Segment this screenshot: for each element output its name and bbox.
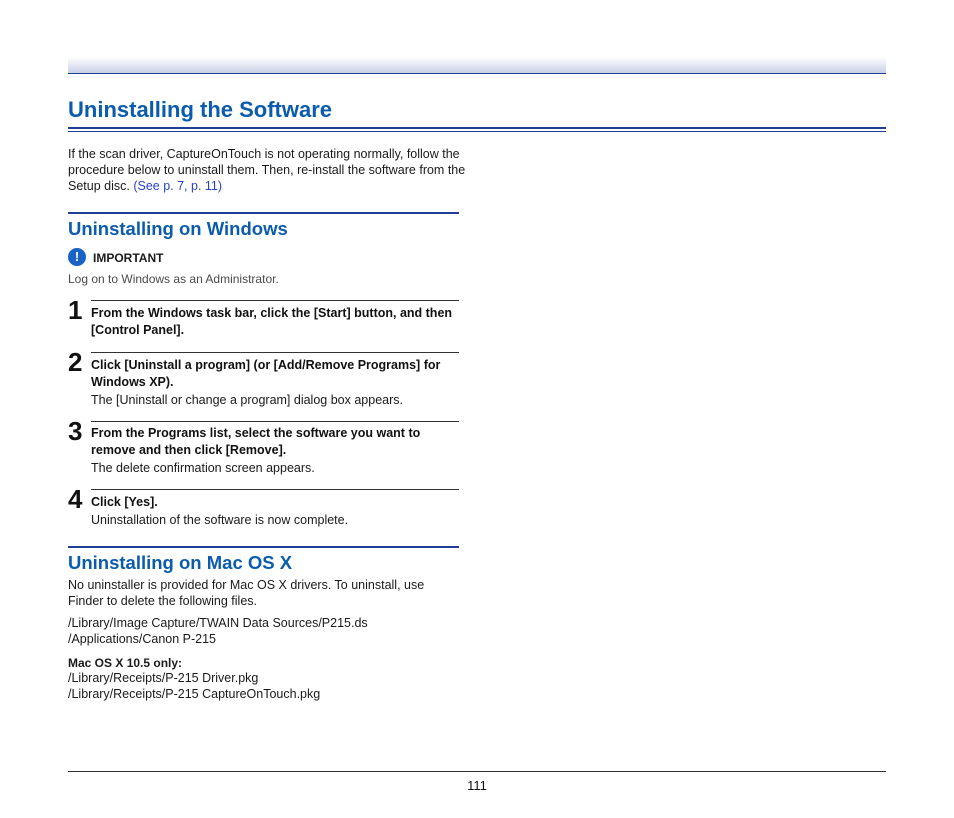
important-label: IMPORTANT [93,251,164,265]
mac-section-rule [68,546,459,548]
exclamation-circle-icon: ! [68,248,86,266]
step-1-number: 1 [68,295,83,325]
step-4-instruction: Click [Yes]. [91,495,158,509]
important-text: Log on to Windows as an Administrator. [68,272,279,286]
windows-section-rule [68,212,459,214]
mac-10-5-heading: Mac OS X 10.5 only: [68,656,183,670]
title-rule [68,127,886,129]
page-number: 111 [467,778,487,793]
step-3-number: 3 [68,416,83,446]
step-4-rule [91,489,459,490]
mac-10-5-path: /Library/Receipts/P-215 CaptureOnTouch.p… [68,687,321,701]
intro-text: If the scan driver, CaptureOnTouch is no… [68,147,466,193]
step-2-rule [91,352,459,353]
step-2-result: The [Uninstall or change a program] dial… [91,393,403,407]
step-3-rule [91,421,459,422]
step-2-number: 2 [68,347,83,377]
mac-intro: No uninstaller is provided for Mac OS X … [68,578,425,608]
title-rule-thin [68,131,886,132]
step-4-number: 4 [68,484,83,514]
step-3-result: The delete confirmation screen appears. [91,461,315,475]
intro-paragraph: If the scan driver, CaptureOnTouch is no… [68,146,468,194]
see-pages-link[interactable]: (See p. 7, p. 11) [133,179,222,193]
windows-section-title: Uninstalling on Windows [68,218,288,239]
mac-section-title: Uninstalling on Mac OS X [68,552,293,573]
step-2-instruction: Click [Uninstall a program] (or [Add/Rem… [91,358,441,389]
footer-rule [68,771,886,772]
step-1-rule [91,300,459,301]
step-4-result: Uninstallation of the software is now co… [91,513,349,527]
mac-path: /Applications/Canon P-215 [68,632,217,646]
header-band [68,57,886,74]
step-3-instruction: From the Programs list, select the softw… [91,426,421,457]
page-title: Uninstalling the Software [68,97,333,122]
step-1-instruction: From the Windows task bar, click the [St… [91,306,453,337]
mac-10-5-path: /Library/Receipts/P-215 Driver.pkg [68,671,259,685]
mac-path: /Library/Image Capture/TWAIN Data Source… [68,616,368,630]
